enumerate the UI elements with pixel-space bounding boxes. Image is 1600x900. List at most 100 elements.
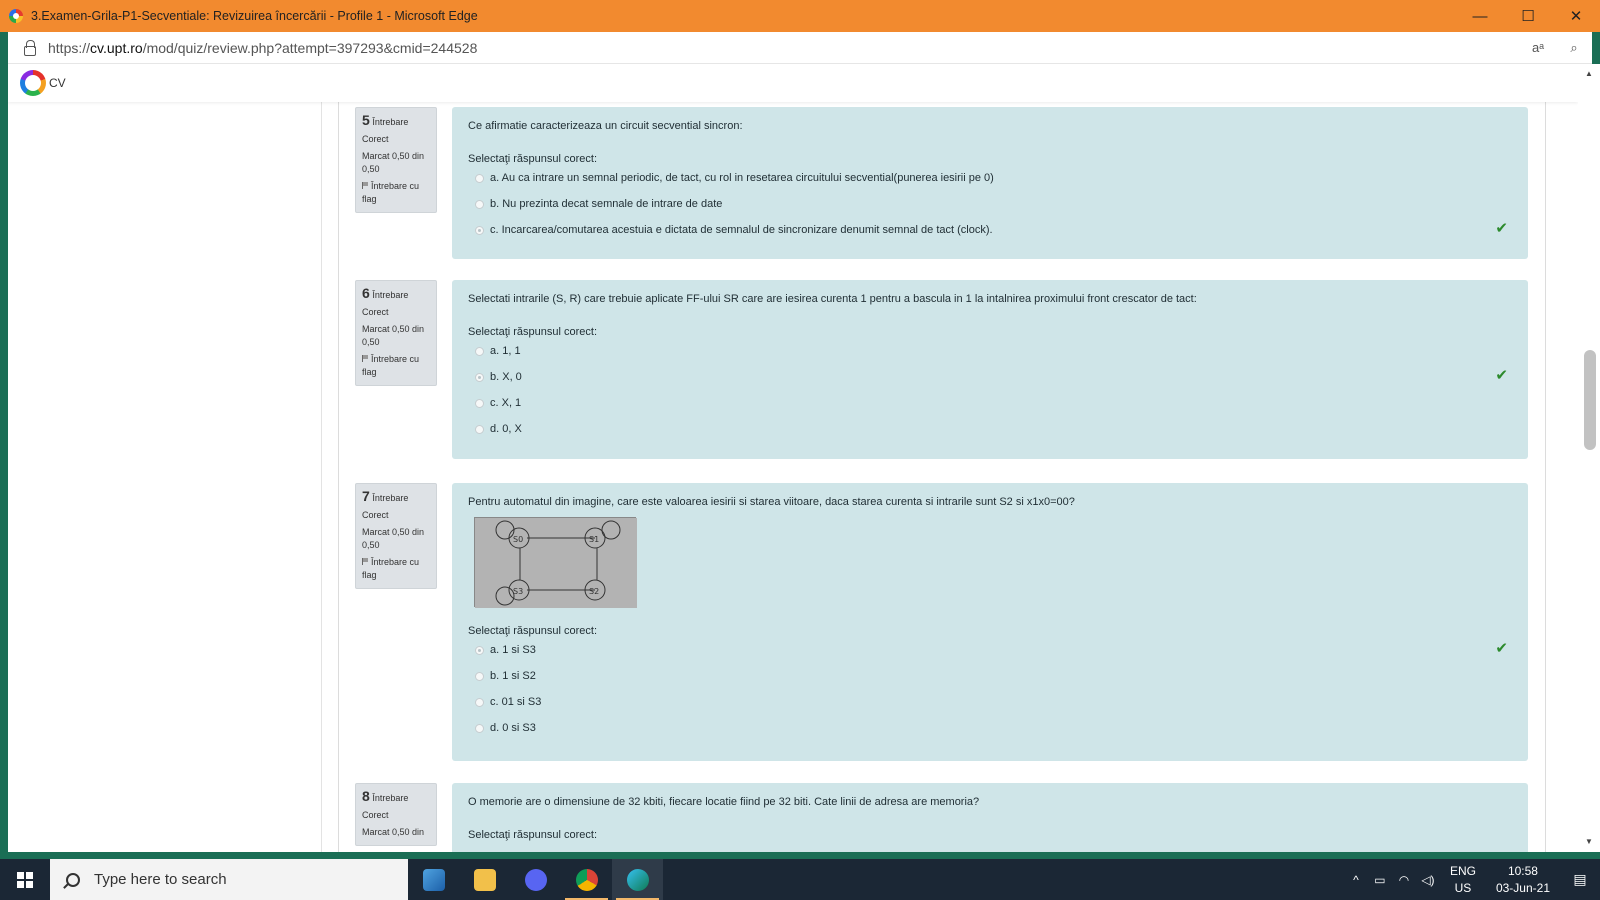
- flag-question-link[interactable]: Întrebare cu flag: [362, 556, 430, 582]
- state-diagram-drawing: S0 S1 S3 S2: [475, 518, 637, 608]
- start-button[interactable]: [0, 859, 50, 900]
- flag-question-link[interactable]: Întrebare cu flag: [362, 180, 430, 206]
- flag-icon: [362, 355, 368, 362]
- notification-icon[interactable]: ▤: [1560, 871, 1600, 888]
- radio-button[interactable]: [475, 199, 484, 209]
- question-state: Corect: [362, 134, 389, 144]
- answer-option[interactable]: c. 01 si S3: [468, 689, 1512, 715]
- radio-button[interactable]: [475, 424, 484, 434]
- answer-option[interactable]: a. 1 si S3: [468, 637, 1512, 663]
- volume-icon[interactable]: ◁): [1416, 873, 1440, 887]
- radio-button-selected[interactable]: [475, 372, 484, 382]
- site-logo-text[interactable]: CV: [49, 76, 66, 90]
- question-info-7: 7 Întrebare Corect Marcat 0,50 din 0,50 …: [355, 483, 437, 589]
- read-aloud-icon[interactable]: aᵃ: [1520, 40, 1556, 55]
- flag-question-link[interactable]: Întrebare cu flag: [362, 353, 430, 379]
- radio-button[interactable]: [475, 723, 484, 733]
- taskbar-app-remote[interactable]: [408, 859, 459, 900]
- state-label-s1: S1: [589, 535, 599, 544]
- answer-prompt: Selectaţi răspunsul corect:: [468, 625, 598, 637]
- question-mark: Marcat 0,50 din 0,50: [362, 527, 425, 550]
- left-sidebar: [8, 102, 322, 852]
- question-content-6: Selectati intrarile (S, R) care trebuie …: [452, 280, 1528, 459]
- radio-button[interactable]: [475, 173, 484, 183]
- answer-option[interactable]: a. 1, 1: [468, 338, 1512, 364]
- question-state: Corect: [362, 510, 389, 520]
- search-icon: [66, 872, 80, 887]
- chrome-icon: [575, 868, 598, 891]
- taskbar-app-chrome[interactable]: [561, 859, 612, 900]
- system-tray: ^ ▭ ◠ ◁) ENG US 10:58 03-Jun-21 ▤: [1344, 859, 1600, 900]
- question-mark: Marcat 0,50 din 0,50: [362, 151, 425, 174]
- answer-option[interactable]: d. 0 si S3: [468, 715, 1512, 741]
- taskbar-app-discord[interactable]: [510, 859, 561, 900]
- question-state: Corect: [362, 810, 389, 820]
- flag-icon: [362, 182, 368, 189]
- state-machine-image: S0 S1 S3 S2: [474, 517, 637, 608]
- question-content-8: O memorie are o dimensiune de 32 kbiti, …: [452, 783, 1528, 852]
- answer-prompt: Selectaţi răspunsul corect:: [468, 326, 598, 338]
- correct-check-icon: ✔: [1495, 220, 1508, 237]
- maximize-button[interactable]: ☐: [1504, 0, 1552, 32]
- question-number: 5: [362, 112, 370, 128]
- answer-option[interactable]: a. Au ca intrare un semnal periodic, de …: [468, 165, 1512, 191]
- page-content: CV 5 Întrebare Corect Marcat 0,50 din 0,…: [8, 64, 1578, 852]
- page-scrollbar[interactable]: ▲ ▼: [1578, 64, 1600, 852]
- scroll-thumb[interactable]: [1584, 350, 1596, 450]
- lock-icon[interactable]: [24, 39, 36, 56]
- chevron-up-icon[interactable]: ^: [1344, 873, 1368, 887]
- state-label-s0: S0: [513, 535, 523, 544]
- correct-check-icon: ✔: [1495, 640, 1508, 657]
- question-number: 7: [362, 488, 370, 504]
- question-text: O memorie are o dimensiune de 32 kbiti, …: [468, 796, 980, 808]
- state-label-s2: S2: [589, 587, 599, 596]
- taskbar-search-box[interactable]: Type here to search: [50, 859, 408, 900]
- window-title-bar: 3.Examen-Grila-P1-Secventiale: Revizuire…: [0, 0, 1600, 32]
- taskbar-app-edge[interactable]: [612, 859, 663, 900]
- minimize-button[interactable]: —: [1456, 0, 1504, 32]
- radio-button[interactable]: [475, 671, 484, 681]
- question-number: 8: [362, 788, 370, 804]
- answer-option[interactable]: b. X, 0: [468, 364, 1512, 390]
- radio-button[interactable]: [475, 398, 484, 408]
- question-info-6: 6 Întrebare Corect Marcat 0,50 din 0,50 …: [355, 280, 437, 386]
- wifi-icon[interactable]: ◠: [1392, 873, 1416, 887]
- answer-option[interactable]: c. Incarcarea/comutarea acestuia e dicta…: [468, 217, 1512, 243]
- answer-option[interactable]: d. 0, X: [468, 416, 1512, 442]
- radio-button-selected[interactable]: [475, 645, 484, 655]
- address-bar[interactable]: https://cv.upt.ro/mod/quiz/review.php?at…: [8, 32, 1592, 64]
- window-title: 3.Examen-Grila-P1-Secventiale: Revizuire…: [31, 9, 478, 23]
- scroll-up-arrow-icon[interactable]: ▲: [1578, 66, 1600, 82]
- flag-icon: [362, 558, 368, 565]
- edge-profile-icon: [9, 9, 23, 23]
- quiz-review-main: 5 Întrebare Corect Marcat 0,50 din 0,50 …: [338, 102, 1546, 852]
- answer-prompt: Selectaţi răspunsul corect:: [468, 153, 598, 165]
- search-placeholder: Type here to search: [94, 871, 227, 888]
- radio-button[interactable]: [475, 346, 484, 356]
- close-button[interactable]: ✕: [1552, 0, 1600, 32]
- answer-option[interactable]: b. 1 si S2: [468, 663, 1512, 689]
- question-info-8: 8 Întrebare Corect Marcat 0,50 din: [355, 783, 437, 846]
- site-logo-icon[interactable]: [20, 70, 46, 96]
- discord-icon: [524, 868, 547, 891]
- radio-button-selected[interactable]: [475, 225, 484, 235]
- question-text: Selectati intrarile (S, R) care trebuie …: [468, 293, 1197, 305]
- state-label-s3: S3: [513, 587, 523, 596]
- battery-icon[interactable]: ▭: [1368, 873, 1392, 887]
- site-header: CV: [8, 64, 1578, 102]
- remote-desktop-icon: [422, 868, 445, 891]
- clock[interactable]: 10:58 03-Jun-21: [1496, 863, 1550, 897]
- answer-option[interactable]: c. X, 1: [468, 390, 1512, 416]
- scroll-down-arrow-icon[interactable]: ▼: [1578, 834, 1600, 850]
- windows-logo-icon: [17, 871, 33, 888]
- question-mark: Marcat 0,50 din 0,50: [362, 324, 425, 347]
- url-field[interactable]: https://cv.upt.ro/mod/quiz/review.php?at…: [48, 40, 1520, 56]
- radio-button[interactable]: [475, 697, 484, 707]
- question-text: Ce afirmatie caracterizeaza un circuit s…: [468, 120, 743, 132]
- taskbar-app-file-explorer[interactable]: [459, 859, 510, 900]
- language-indicator[interactable]: ENG US: [1450, 863, 1476, 897]
- answer-option[interactable]: b. Nu prezinta decat semnale de intrare …: [468, 191, 1512, 217]
- edge-icon: [626, 868, 649, 891]
- zoom-icon[interactable]: ⌕: [1556, 40, 1592, 56]
- question-content-7: Pentru automatul din imagine, care este …: [452, 483, 1528, 761]
